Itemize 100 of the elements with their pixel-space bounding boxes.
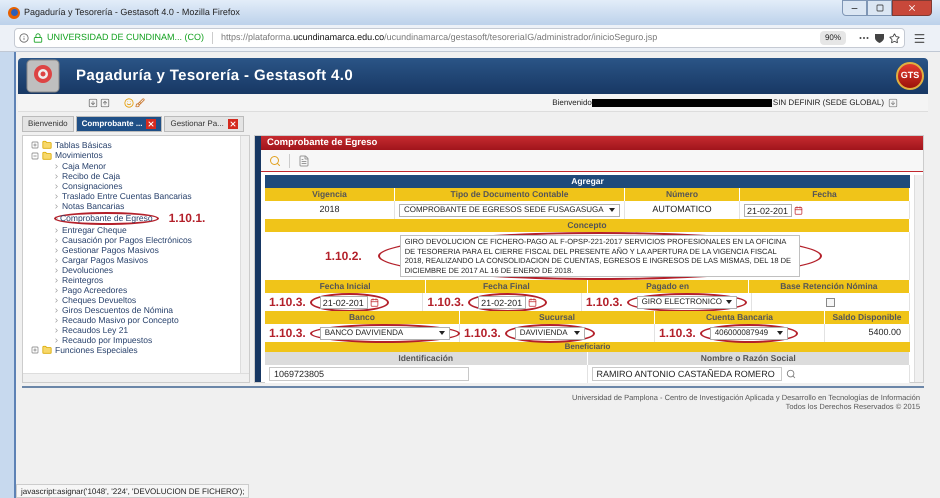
tree-item[interactable]: Recaudo por Impuestos bbox=[62, 334, 152, 346]
field-value: AUTOMATICO bbox=[652, 203, 712, 216]
annotation-number: 1.10.1. bbox=[168, 211, 206, 225]
info-icon[interactable] bbox=[19, 33, 29, 43]
welcome-label: Bienvenido bbox=[552, 96, 592, 108]
tab[interactable]: Bienvenido bbox=[22, 116, 74, 132]
column-header: Vigencia bbox=[265, 188, 395, 201]
tree-item[interactable]: Recaudos Ley 21 bbox=[62, 324, 128, 336]
shield-icon[interactable] bbox=[874, 32, 885, 44]
column-header: Pagado en bbox=[588, 280, 749, 293]
calendar-icon[interactable] bbox=[370, 298, 379, 306]
annotation-number: 1.10.2. bbox=[325, 249, 362, 263]
annotation-number: 1.10.3. bbox=[659, 327, 696, 339]
app-title: Pagaduría y Tesorería - Gestasoft 4.0 bbox=[76, 66, 354, 86]
address-bar[interactable]: UNIVERSIDAD DE CUNDINAM... (CO) https://plataforma.ucundinamarca.edu.co/ucundinamarca/gestasoft/tesoreriaIG/administrador/inicioSeguro.jsp 90% bbox=[14, 28, 905, 48]
lock-icon bbox=[33, 33, 43, 43]
select-field[interactable]: COMPROBANTE DE EGRESOS SEDE FUSAGASUGA bbox=[399, 204, 620, 216]
column-header: Base Retención Nómina bbox=[748, 280, 910, 293]
checkbox[interactable] bbox=[826, 298, 835, 306]
tree-item[interactable]: Pago Acreedores bbox=[62, 284, 128, 296]
caret-icon bbox=[438, 331, 445, 335]
collapse-handle[interactable] bbox=[255, 136, 261, 382]
collapse-icon[interactable] bbox=[31, 152, 39, 160]
browser-logo-icon bbox=[8, 6, 20, 18]
tree-item[interactable]: Recibo de Caja bbox=[62, 170, 120, 182]
column-header: Fecha bbox=[740, 188, 910, 201]
arrow-up-icon[interactable] bbox=[100, 98, 110, 108]
tree-item[interactable]: Cheques Devueltos bbox=[62, 294, 136, 306]
caret-icon bbox=[776, 331, 783, 335]
document-icon[interactable] bbox=[298, 154, 310, 166]
caret-icon bbox=[726, 300, 732, 304]
tree-item[interactable]: Notas Bancarias bbox=[62, 200, 124, 212]
tree-item[interactable]: Causación por Pagos Electrónicos bbox=[62, 234, 192, 246]
close-button[interactable] bbox=[892, 0, 932, 16]
tree-item[interactable]: Comprobante de Egreso bbox=[60, 214, 153, 222]
arrow-down-icon[interactable] bbox=[88, 98, 98, 108]
column-header: Banco bbox=[265, 311, 460, 324]
scrollbar[interactable] bbox=[240, 136, 249, 373]
column-header: Fecha Final bbox=[426, 280, 588, 293]
scrollbar[interactable] bbox=[23, 373, 249, 382]
tree-folder[interactable]: Tablas Básicas bbox=[55, 138, 112, 152]
select-field[interactable]: DAVIVIENDA bbox=[514, 326, 585, 340]
tree-item[interactable]: Devoluciones bbox=[62, 264, 114, 276]
tree-item[interactable]: Gestionar Pagos Masivos bbox=[62, 244, 159, 256]
star-icon[interactable] bbox=[889, 32, 900, 44]
column-header: Concepto bbox=[265, 219, 910, 232]
column-header: Fecha Inicial bbox=[265, 280, 426, 293]
tab[interactable]: Comprobante ... bbox=[76, 116, 162, 132]
select-field[interactable]: 406000087949 bbox=[710, 326, 788, 340]
date-field[interactable]: 21-02-201 bbox=[478, 296, 526, 308]
menu-icon[interactable] bbox=[913, 32, 926, 44]
logo-badge: GTS bbox=[896, 62, 924, 90]
brush-icon[interactable] bbox=[135, 98, 145, 108]
expand-icon[interactable] bbox=[31, 346, 39, 354]
date-field[interactable]: 21-02-201 bbox=[744, 204, 792, 216]
panel-title: Comprobante de Egreso bbox=[261, 136, 923, 150]
folder-icon bbox=[42, 345, 52, 356]
tree-item[interactable]: Consignaciones bbox=[62, 180, 122, 192]
status-bar: javascript:asignar('1048', '224', 'DEVOLUCION DE FICHERO'); bbox=[16, 484, 250, 498]
zoom-level[interactable]: 90% bbox=[820, 31, 846, 45]
site-identity: UNIVERSIDAD DE CUNDINAM... (CO) bbox=[47, 31, 204, 44]
search-icon[interactable] bbox=[786, 369, 796, 379]
tree-folder[interactable]: Funciones Especiales bbox=[55, 344, 138, 357]
tab[interactable]: Gestionar Pa... bbox=[164, 116, 244, 132]
window-title: Pagaduría y Tesorería - Gestasoft 4.0 - Mozilla Firefox bbox=[24, 6, 240, 19]
date-field[interactable]: 21-02-201 bbox=[320, 296, 368, 308]
folder-icon bbox=[42, 140, 52, 150]
tree-item[interactable]: Reintegros bbox=[62, 274, 104, 286]
column-header: Saldo Disponible bbox=[825, 311, 910, 324]
annotation-number: 1.10.3. bbox=[269, 296, 306, 308]
maximize-button[interactable] bbox=[867, 0, 892, 16]
tree-folder[interactable]: Movimientos bbox=[55, 149, 103, 162]
smiley-icon[interactable] bbox=[124, 98, 134, 108]
tree-item[interactable]: Caja Menor bbox=[62, 160, 106, 172]
section-header: Agregar bbox=[265, 175, 910, 188]
sede-label: SIN DEFINIR (SEDE GLOBAL) bbox=[772, 96, 884, 108]
calendar-icon[interactable] bbox=[794, 206, 803, 214]
input-field[interactable]: RAMIRO ANTONIO CASTAÑEDA ROMERO bbox=[592, 367, 782, 381]
close-tab-icon[interactable] bbox=[228, 119, 238, 129]
caret-icon bbox=[574, 331, 580, 335]
calendar-icon[interactable] bbox=[528, 298, 538, 306]
close-icon bbox=[907, 3, 917, 13]
expand-icon[interactable] bbox=[31, 141, 39, 150]
arrow-box-icon[interactable] bbox=[888, 98, 898, 108]
search-icon[interactable] bbox=[269, 154, 281, 166]
close-tab-icon[interactable] bbox=[146, 119, 156, 129]
column-header: Número bbox=[625, 188, 740, 201]
tree-item[interactable]: Giros Descuentos de Nómina bbox=[62, 304, 174, 316]
tree-item[interactable]: Traslado Entre Cuentas Bancarias bbox=[62, 190, 192, 202]
caret-icon bbox=[609, 208, 615, 212]
tree-item[interactable]: Entregar Cheque bbox=[62, 224, 127, 236]
select-field[interactable]: BANCO DAVIVIENDA bbox=[320, 326, 450, 340]
maximize-icon bbox=[876, 4, 884, 12]
select-field[interactable]: GIRO ELECTRONICO bbox=[636, 296, 737, 308]
url-text: https://plataforma.ucundinamarca.edu.co/ucundinamarca/gestasoft/tesoreriaIG/administrador/inicioSeguro.jsp bbox=[221, 31, 658, 44]
tree-item[interactable]: Recaudo Masivo por Concepto bbox=[62, 314, 179, 326]
tree-item[interactable]: Cargar Pagos Masivos bbox=[62, 254, 148, 266]
input-field[interactable]: 1069723805 bbox=[269, 367, 469, 381]
annotation-number: 1.10.3. bbox=[464, 327, 501, 339]
scrollbar[interactable] bbox=[914, 175, 923, 382]
